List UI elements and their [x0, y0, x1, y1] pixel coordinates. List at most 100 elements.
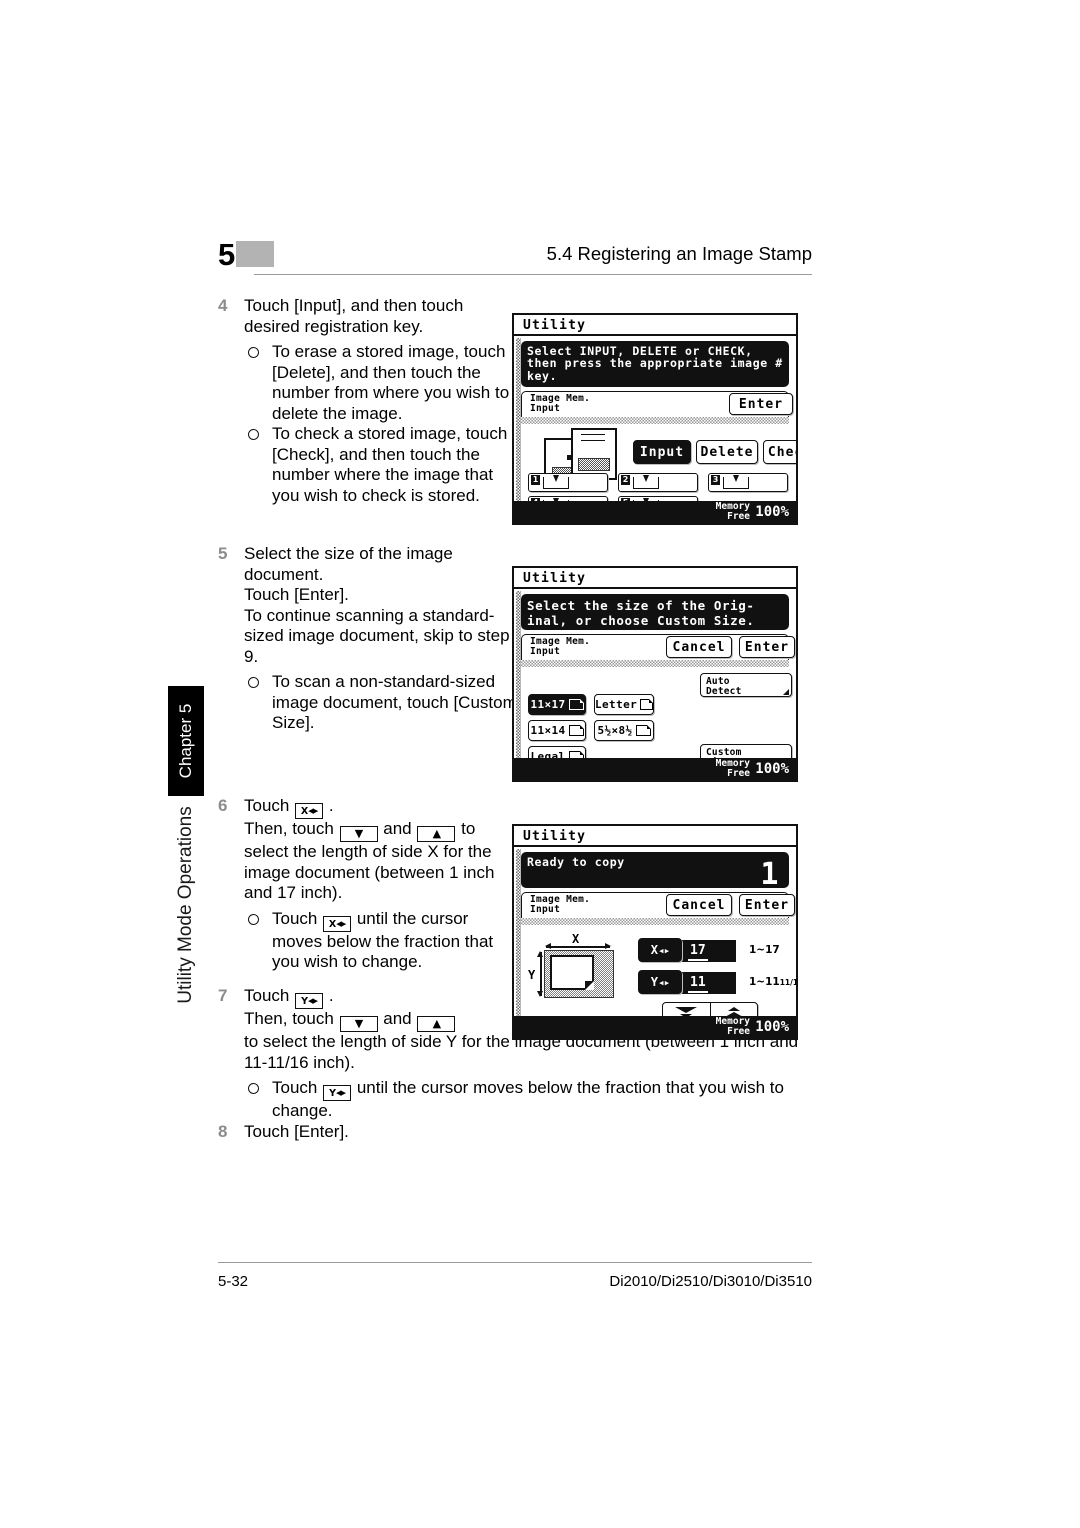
step-7-text-a: Touch	[244, 986, 290, 1005]
y-shift-key-icon: Y◂▸	[323, 1085, 352, 1101]
lcd2-status-bar: Memory Free 100%	[514, 758, 796, 780]
chapter-number: 5	[218, 237, 236, 272]
lcd1-status-bar: Memory Free 100%	[514, 501, 796, 523]
lcd3-message: Ready to copy 1	[521, 852, 789, 892]
lcd2-size-11x17-button[interactable]: 11×17	[528, 694, 586, 715]
step-6-text-b: Then, touch	[244, 819, 334, 838]
lcd2-size-5x8-button[interactable]: 5½×8½	[594, 720, 654, 741]
step-8-line-1: Touch [Enter].	[244, 1122, 349, 1141]
list-item: To scan a non-standard-sized image docum…	[244, 672, 518, 734]
step-6-bullet-a: Touch	[272, 908, 318, 928]
lcd2-title: Utility	[514, 568, 796, 589]
step-4-bullets: To erase a stored image, touch [Delete],…	[244, 342, 518, 506]
step-8-number: 8	[218, 1122, 228, 1141]
section-side-label: Utility Mode Operations	[168, 800, 204, 1010]
lcd1-mem-label: Image Mem. Input	[530, 393, 591, 414]
key-index: 2	[621, 475, 630, 485]
y-shift-key-icon: Y◂▸	[295, 993, 324, 1009]
document-icon	[550, 955, 594, 990]
lcd-screenshot-size: Utility Select the size of the Orig- ina…	[512, 566, 798, 782]
section-title: 5.4 Registering an Image Stamp	[546, 243, 812, 264]
section-side-label-text: Utility Mode Operations	[175, 806, 196, 1004]
header-rule	[254, 274, 812, 275]
landscape-orientation-icon	[568, 725, 584, 736]
lcd3-x-shift-button[interactable]: X ◂▸	[638, 938, 682, 962]
step-4-line-2: desired registration key.	[244, 316, 424, 336]
lcd3-y-shift-button[interactable]: Y ◂▸	[638, 970, 682, 994]
step-5-number: 5	[218, 544, 228, 563]
step-7-number: 7	[218, 986, 228, 1005]
up-arrow-key-icon: ▲	[417, 826, 456, 842]
page-footer: 5-32 Di2010/Di2510/Di3010/Di3510	[218, 1262, 812, 1290]
model-list: Di2010/Di2510/Di3010/Di3510	[609, 1273, 812, 1290]
lcd1-registration-key-3[interactable]: 3	[708, 473, 788, 492]
lcd3-enter-button[interactable]: Enter	[739, 894, 795, 916]
lcd3-message-text: Ready to copy	[527, 855, 625, 869]
lcd1-input-button[interactable]: Input	[633, 440, 691, 464]
lcd2-size-letter-button[interactable]: Letter	[594, 694, 654, 715]
list-item: Touch X◂▸ until the cursor moves below t…	[244, 909, 518, 973]
y-key-label: Y	[650, 975, 658, 989]
manual-page: 5 5.4 Registering an Image Stamp Chapter…	[0, 0, 1080, 1528]
lcd2-mem-label: Image Mem. Input	[530, 636, 591, 657]
y-axis-label: Y	[528, 968, 536, 982]
step-6-text-a: Touch	[244, 796, 290, 815]
step-6-number: 6	[218, 796, 228, 815]
lcd3-divider-hatch	[521, 918, 789, 925]
lcd2-size-11x14-button[interactable]: 11×14	[528, 720, 586, 741]
step-4-line-1: Touch [Input], and then touch	[244, 296, 464, 315]
lcd3-x-value: 17	[688, 943, 708, 961]
xy-document-illustration: X Y	[528, 932, 626, 1002]
x-shift-key-icon: X◂▸	[295, 803, 324, 819]
size-label: Letter	[595, 698, 638, 711]
x-axis-label: X	[572, 932, 580, 946]
chapter-tab-label: Chapter 5	[176, 703, 195, 779]
lcd3-y-value: 11	[688, 975, 708, 993]
step-5-line-1: Select the size of the image document.	[244, 544, 453, 584]
step-5-bullet-1: To scan a non-standard-sized image docum…	[272, 672, 517, 732]
lcd-screenshot-input: Utility Select INPUT, DELETE or CHECK, t…	[512, 313, 798, 525]
list-item: To check a stored image, touch [Check], …	[244, 424, 518, 506]
page-number: 5-32	[218, 1273, 249, 1290]
lcd1-check-button[interactable]: Check	[763, 440, 796, 464]
lcd1-message: Select INPUT, DELETE or CHECK, then pres…	[521, 341, 789, 387]
lcd1-delete-button[interactable]: Delete	[696, 440, 758, 464]
chapter-tab: Chapter 5	[168, 686, 204, 796]
lcd3-y-range-fraction: 11/16	[779, 978, 798, 987]
bullet-circle-icon	[248, 913, 259, 925]
size-label: 5½×8½	[597, 724, 633, 737]
step-7-bullets: Touch Y◂▸ until the cursor moves below t…	[244, 1078, 820, 1122]
lcd3-status-bar: Memory Free 100%	[514, 1016, 796, 1038]
bullet-circle-icon	[248, 677, 259, 688]
list-item: To erase a stored image, touch [Delete],…	[244, 342, 518, 424]
x-shift-key-icon: X◂▸	[323, 915, 352, 932]
step-6-text-c: and	[383, 819, 412, 838]
lcd3-memory-label: Memory Free	[715, 1016, 750, 1037]
bullet-circle-icon	[248, 429, 259, 440]
step-5-bullets: To scan a non-standard-sized image docum…	[244, 672, 518, 734]
landscape-orientation-icon	[635, 725, 651, 736]
store-arrow-icon	[633, 475, 659, 489]
size-label: 11×14	[530, 724, 566, 737]
lcd3-mem-label: Image Mem. Input	[530, 894, 591, 915]
lcd2-memory-label: Memory Free	[715, 758, 750, 779]
lcd2-message: Select the size of the Orig- inal, or ch…	[521, 594, 789, 630]
lcd1-registration-key-1[interactable]: 1	[528, 473, 608, 492]
lcd3-copy-count: 1	[760, 857, 779, 892]
lcd2-memory-value: 100%	[755, 761, 789, 777]
lcd1-memory-label: Memory Free	[715, 501, 750, 522]
list-item: Touch Y◂▸ until the cursor moves below t…	[244, 1078, 820, 1122]
lcd1-enter-button[interactable]: Enter	[729, 393, 793, 415]
step-6-bullets: Touch X◂▸ until the cursor moves below t…	[244, 909, 518, 973]
lcd2-divider-hatch	[521, 660, 789, 667]
lcd2-auto-detect-button[interactable]: Auto Detect	[700, 673, 792, 697]
footer-rule	[218, 1262, 812, 1263]
lcd2-cancel-button[interactable]: Cancel	[666, 636, 732, 658]
chapter-number-backdrop	[236, 241, 274, 267]
bullet-circle-icon	[248, 347, 259, 358]
step-7-bullet-a: Touch	[272, 1078, 318, 1097]
lcd3-cancel-button[interactable]: Cancel	[666, 894, 732, 916]
down-arrow-key-icon: ▼	[339, 826, 378, 842]
lcd2-enter-button[interactable]: Enter	[739, 636, 795, 658]
lcd1-registration-key-2[interactable]: 2	[618, 473, 698, 492]
